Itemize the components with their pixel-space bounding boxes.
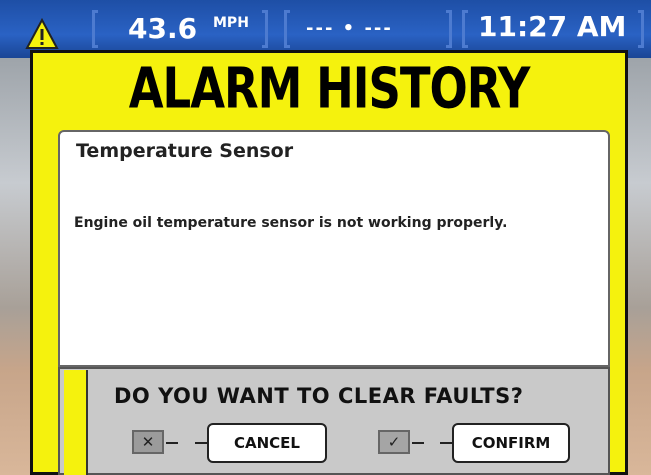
confirm-connector	[412, 442, 424, 444]
speed-unit: MPH	[213, 15, 249, 31]
alarm-details-panel: Temperature Sensor Engine oil temperatur…	[58, 130, 610, 367]
confirm-connector-right	[440, 442, 452, 444]
cancel-connector	[166, 442, 178, 444]
confirm-key-icon[interactable]: ✓	[378, 430, 410, 454]
cancel-button[interactable]: CANCEL	[207, 423, 327, 463]
gps-readout: --- • ---	[306, 18, 393, 39]
speed-bracket-right	[262, 10, 268, 48]
speed-bracket-left	[92, 10, 98, 48]
alarm-name: Temperature Sensor	[76, 140, 294, 162]
clear-faults-question: DO YOU WANT TO CLEAR FAULTS?	[114, 384, 524, 408]
alarm-description: Engine oil temperature sensor is not wor…	[74, 215, 508, 231]
clock: 11:27 AM	[478, 10, 627, 43]
cancel-key-icon[interactable]: ✕	[132, 430, 164, 454]
warning-icon	[25, 18, 59, 49]
clock-bracket-left	[462, 10, 468, 48]
clock-bracket-right	[638, 10, 644, 48]
gps-bracket-right	[446, 10, 452, 48]
confirm-button[interactable]: CONFIRM	[452, 423, 570, 463]
speed-readout: 43.6	[128, 12, 198, 45]
cancel-connector-right	[195, 442, 207, 444]
confirmation-accent-bar	[64, 370, 88, 475]
gps-bracket-left	[284, 10, 290, 48]
